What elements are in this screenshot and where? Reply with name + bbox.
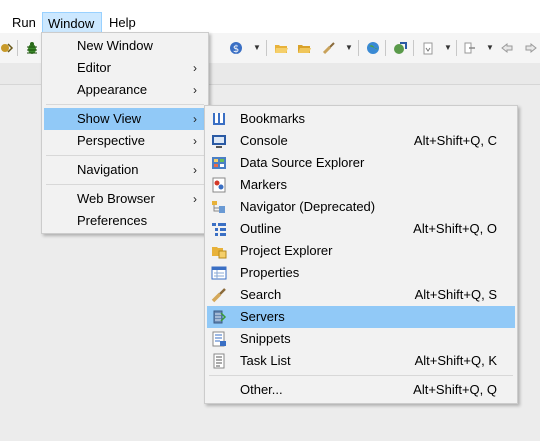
menu-item-servers[interactable]: Servers: [207, 306, 515, 328]
menu-item-label: Console: [240, 133, 288, 148]
chevron-down-icon[interactable]: ▼: [486, 41, 494, 55]
back-icon[interactable]: [500, 41, 514, 55]
open-file-icon[interactable]: [297, 41, 311, 55]
menu-item-accelerator: Alt+Shift+Q, O: [413, 221, 497, 236]
menu-item-label: Project Explorer: [240, 243, 333, 258]
toolbar-separator: [358, 40, 359, 56]
show-view-menu: Bookmarks Console Alt+Shift+Q, C Data So…: [204, 105, 518, 404]
menu-item-label: Bookmarks: [240, 111, 306, 126]
navigator-icon: [211, 199, 227, 215]
markers-icon: [211, 177, 227, 193]
menu-item-label: Task List: [240, 353, 291, 368]
outline-icon: [211, 221, 227, 237]
menu-item-accelerator: Alt+Shift+Q, K: [414, 353, 497, 368]
chevron-right-icon: ›: [193, 61, 197, 75]
menu-item-label: Show View: [77, 111, 142, 126]
menu-item-web-browser[interactable]: Web Browser ›: [44, 188, 206, 210]
data-source-explorer-icon: [211, 155, 227, 171]
menu-item-appearance[interactable]: Appearance ›: [44, 79, 206, 101]
svg-text:$: $: [233, 44, 239, 55]
menu-help[interactable]: Help: [109, 12, 141, 33]
menu-item-preferences[interactable]: Preferences: [44, 210, 206, 232]
window-menu: New Window Editor › Appearance › Show Vi…: [41, 32, 209, 234]
open-folder-icon[interactable]: [274, 41, 288, 55]
menu-item-label: Markers: [240, 177, 287, 192]
console-icon: [211, 133, 227, 149]
properties-icon: [211, 265, 227, 281]
chevron-right-icon: ›: [193, 163, 197, 177]
menu-item-label: Editor: [77, 60, 111, 75]
globe-icon[interactable]: [366, 41, 380, 55]
menu-item-navigator[interactable]: Navigator (Deprecated): [207, 196, 515, 218]
chevron-down-icon[interactable]: ▼: [253, 41, 261, 55]
chevron-right-icon: ›: [193, 134, 197, 148]
chevron-down-icon[interactable]: ▼: [444, 41, 452, 55]
menu-separator: [209, 375, 513, 376]
chevron-right-icon: ›: [193, 112, 197, 126]
menu-item-label: Properties: [240, 265, 300, 280]
bug-icon[interactable]: [25, 41, 39, 55]
menu-item-navigation[interactable]: Navigation ›: [44, 159, 206, 181]
project-explorer-icon: [211, 243, 227, 259]
toolbar-separator: [17, 40, 18, 56]
navigate-icon[interactable]: [463, 41, 477, 55]
forward-icon[interactable]: [524, 41, 538, 55]
menu-item-outline[interactable]: Outline Alt+Shift+Q, O: [207, 218, 515, 240]
search-icon: [211, 287, 227, 303]
web-service-icon[interactable]: [393, 41, 407, 55]
snippets-icon: [211, 331, 227, 347]
chevron-down-icon[interactable]: ▼: [345, 41, 353, 55]
menu-run[interactable]: Run: [10, 12, 40, 33]
menu-item-label: Navigation: [77, 162, 139, 177]
menu-item-label: Servers: [240, 309, 285, 324]
new-server-icon[interactable]: $: [229, 41, 243, 55]
servers-icon: [211, 309, 227, 325]
menu-item-accelerator: Alt+Shift+Q, S: [414, 287, 497, 302]
menu-item-label: Navigator (Deprecated): [240, 199, 376, 214]
menu-item-search[interactable]: Search Alt+Shift+Q, S: [207, 284, 515, 306]
menu-item-console[interactable]: Console Alt+Shift+Q, C: [207, 130, 515, 152]
menu-item-accelerator: Alt+Shift+Q, Q: [413, 382, 497, 397]
toolbar-separator: [266, 40, 267, 56]
menu-item-other[interactable]: Other... Alt+Shift+Q, Q: [207, 379, 515, 401]
menu-item-label: Search: [240, 287, 282, 302]
menu-item-snippets[interactable]: Snippets: [207, 328, 515, 350]
task-list-icon: [211, 353, 227, 369]
menu-item-label: Outline: [240, 221, 282, 236]
menu-item-label: Perspective: [77, 133, 145, 148]
menu-item-label: Preferences: [77, 213, 148, 228]
menu-item-editor[interactable]: Editor ›: [44, 57, 206, 79]
menu-item-data-source-explorer[interactable]: Data Source Explorer: [207, 152, 515, 174]
menu-item-markers[interactable]: Markers: [207, 174, 515, 196]
menu-item-label: New Window: [77, 38, 153, 53]
toolbar-separator: [385, 40, 386, 56]
menu-item-label: Data Source Explorer: [240, 155, 365, 170]
menu-item-label: Snippets: [240, 331, 291, 346]
annotation-icon[interactable]: [421, 41, 435, 55]
debug-icon[interactable]: [0, 41, 14, 55]
menu-item-perspective[interactable]: Perspective ›: [44, 130, 206, 152]
menu-item-accelerator: Alt+Shift+Q, C: [413, 133, 497, 148]
toolbar-separator: [456, 40, 457, 56]
menu-item-label: Web Browser: [77, 191, 155, 206]
menu-item-label: Appearance: [77, 82, 148, 97]
menu-separator: [46, 155, 204, 156]
menu-separator: [46, 184, 204, 185]
chevron-right-icon: ›: [193, 192, 197, 206]
menu-window[interactable]: Window: [42, 12, 102, 33]
menu-item-task-list[interactable]: Task List Alt+Shift+Q, K: [207, 350, 515, 372]
menu-item-properties[interactable]: Properties: [207, 262, 515, 284]
bookmarks-icon: [211, 111, 227, 127]
menu-item-bookmarks[interactable]: Bookmarks: [207, 108, 515, 130]
menu-item-new-window[interactable]: New Window: [44, 35, 206, 57]
menu-item-show-view[interactable]: Show View ›: [44, 108, 206, 130]
toolbar-separator: [413, 40, 414, 56]
search-icon[interactable]: [322, 41, 336, 55]
menu-item-project-explorer[interactable]: Project Explorer: [207, 240, 515, 262]
menu-bar: Run Window Help: [0, 0, 540, 33]
chevron-right-icon: ›: [193, 83, 197, 97]
menu-separator: [46, 104, 204, 105]
menu-item-label: Other...: [240, 382, 283, 397]
